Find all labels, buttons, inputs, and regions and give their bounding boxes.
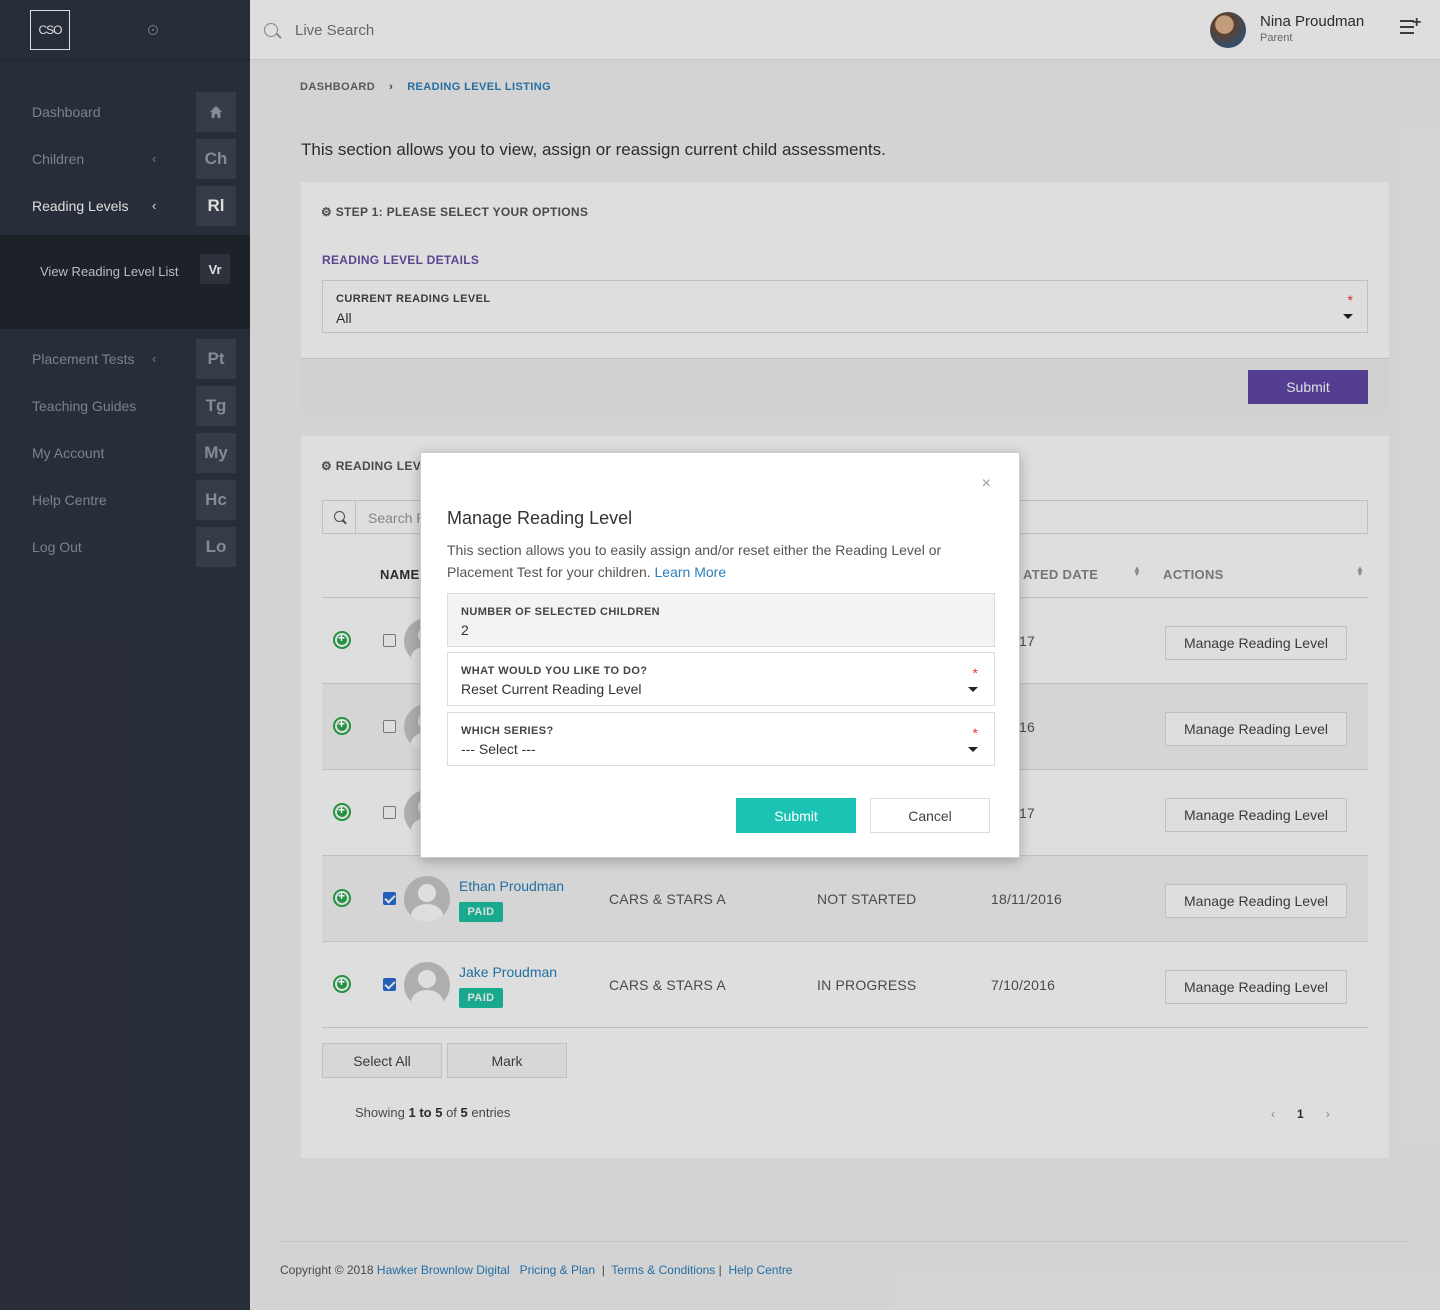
modal-cancel-button[interactable]: Cancel bbox=[870, 798, 990, 833]
required-mark: * bbox=[972, 665, 978, 681]
field-value: --- Select --- bbox=[461, 741, 536, 757]
field-value: Reset Current Reading Level bbox=[461, 681, 642, 697]
modal-submit-button[interactable]: Submit bbox=[736, 798, 856, 833]
modal-description: This section allows you to easily assign… bbox=[447, 539, 987, 583]
field-label: WHAT WOULD YOU LIKE TO DO? bbox=[461, 665, 648, 677]
required-mark: * bbox=[972, 725, 978, 741]
selected-children-count-field: NUMBER OF SELECTED CHILDREN 2 bbox=[447, 593, 995, 647]
action-select[interactable]: WHAT WOULD YOU LIKE TO DO? Reset Current… bbox=[447, 652, 995, 706]
caret-down-icon bbox=[968, 747, 978, 752]
modal-title: Manage Reading Level bbox=[447, 508, 633, 528]
close-icon[interactable]: × bbox=[982, 475, 991, 493]
field-label: WHICH SERIES? bbox=[461, 725, 554, 737]
learn-more-link[interactable]: Learn More bbox=[655, 564, 727, 580]
field-label: NUMBER OF SELECTED CHILDREN bbox=[461, 606, 661, 618]
series-select[interactable]: WHICH SERIES? --- Select --- * bbox=[447, 712, 995, 766]
field-value: 2 bbox=[461, 622, 469, 638]
manage-reading-level-modal: × Manage Reading Level This section allo… bbox=[420, 452, 1020, 858]
caret-down-icon bbox=[968, 687, 978, 692]
